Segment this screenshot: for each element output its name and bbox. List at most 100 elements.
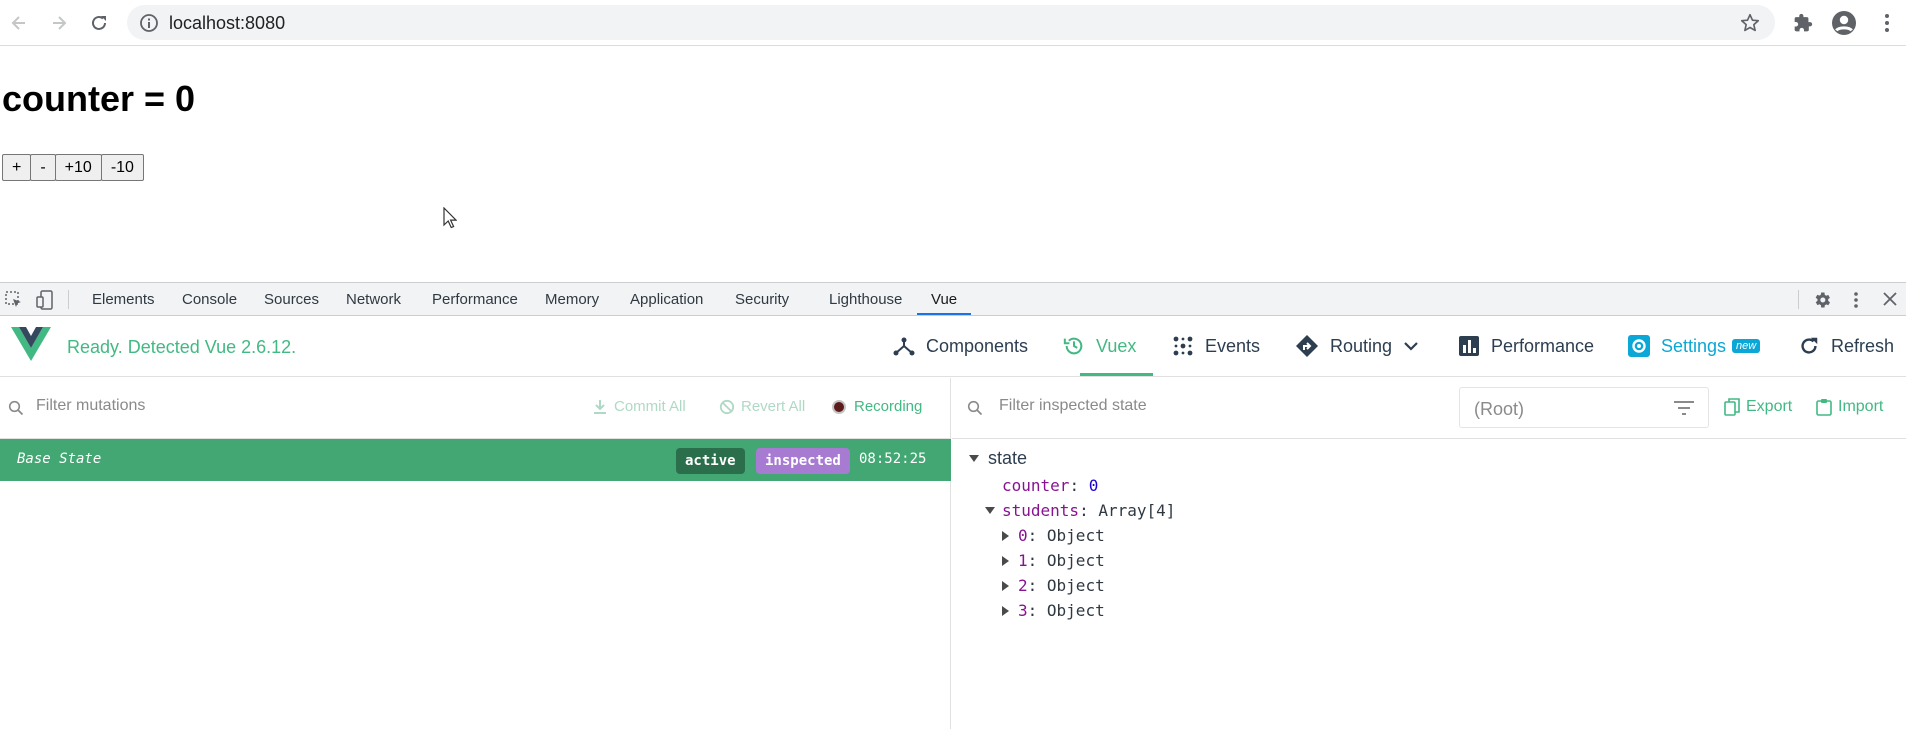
export-button[interactable]: Export bbox=[1724, 398, 1792, 416]
filter-state-input[interactable] bbox=[999, 397, 1399, 415]
tab-settings[interactable]: Settings new bbox=[1628, 316, 1761, 376]
copy-icon bbox=[1724, 398, 1740, 416]
block-icon bbox=[719, 399, 735, 415]
mutation-row-base-state[interactable]: Base State active inspected 08:52:25 bbox=[0, 439, 951, 481]
tab-security[interactable]: Security bbox=[735, 291, 789, 308]
property-value: Array[4] bbox=[1098, 501, 1176, 520]
tab-performance[interactable]: Performance bbox=[432, 291, 518, 308]
state-section-label: state bbox=[988, 448, 1028, 468]
components-icon bbox=[893, 335, 915, 357]
tab-events-label: Events bbox=[1205, 335, 1261, 356]
recording-label: Recording bbox=[854, 398, 923, 415]
import-label: Import bbox=[1838, 398, 1884, 415]
tab-components[interactable]: Components bbox=[893, 316, 1028, 376]
item-index: 3 bbox=[1018, 601, 1028, 620]
item-index: 0 bbox=[1018, 526, 1028, 545]
events-icon bbox=[1172, 335, 1194, 357]
root-module-select[interactable]: (Root) bbox=[1459, 387, 1709, 428]
item-value: Object bbox=[1046, 526, 1105, 545]
tab-elements[interactable]: Elements bbox=[92, 291, 155, 308]
import-button[interactable]: Import bbox=[1816, 398, 1883, 416]
tab-lighthouse[interactable]: Lighthouse bbox=[829, 291, 902, 308]
tab-components-label: Components bbox=[926, 335, 1029, 356]
student-item-3[interactable]: 3: Object bbox=[1002, 601, 1105, 620]
mutation-label: Base State bbox=[17, 451, 102, 467]
new-badge: new bbox=[1732, 339, 1761, 353]
active-badge: active bbox=[676, 448, 745, 474]
chevron-down-icon[interactable] bbox=[1404, 341, 1418, 351]
extensions-puzzle-icon[interactable] bbox=[1790, 10, 1816, 36]
settings-gear-icon bbox=[1628, 335, 1650, 357]
device-toolbar-icon[interactable] bbox=[36, 290, 56, 310]
property-value: 0 bbox=[1088, 476, 1099, 495]
reload-icon[interactable] bbox=[87, 11, 111, 35]
state-property-students[interactable]: students: Array[4] bbox=[985, 501, 1175, 520]
item-index: 1 bbox=[1018, 551, 1028, 570]
state-tree: state counter: 0 students: Array[4] 0: O… bbox=[952, 439, 1906, 729]
tab-application[interactable]: Application bbox=[630, 291, 703, 308]
forward-arrow-icon[interactable] bbox=[47, 11, 71, 35]
info-icon[interactable] bbox=[139, 13, 159, 33]
tab-vuex[interactable]: Vuex bbox=[1063, 316, 1136, 376]
increment-button[interactable]: + bbox=[2, 154, 32, 181]
tab-routing[interactable]: Routing bbox=[1295, 316, 1418, 376]
filter-list-icon bbox=[1674, 401, 1694, 415]
routing-icon bbox=[1295, 334, 1319, 358]
close-devtools-icon[interactable] bbox=[1883, 292, 1897, 306]
property-key: students bbox=[1002, 501, 1080, 520]
caret-down-icon bbox=[969, 455, 979, 462]
address-bar[interactable]: localhost:8080 bbox=[127, 5, 1775, 40]
inspect-element-icon[interactable] bbox=[5, 291, 23, 309]
mutations-pane: Commit All Revert All Recording Base Sta… bbox=[0, 378, 951, 729]
tab-network[interactable]: Network bbox=[346, 291, 401, 308]
search-icon bbox=[967, 400, 983, 416]
devtools-tab-bar: Elements Console Sources Network Perform… bbox=[0, 282, 1906, 316]
profile-icon[interactable] bbox=[1831, 10, 1857, 36]
mutations-toolbar: Commit All Revert All Recording bbox=[0, 378, 951, 439]
menu-dots-icon[interactable] bbox=[1874, 10, 1900, 36]
active-vue-tab-indicator bbox=[1080, 373, 1153, 376]
mutation-timestamp: 08:52:25 bbox=[859, 451, 927, 467]
more-options-icon[interactable] bbox=[1853, 291, 1859, 309]
active-tab-indicator bbox=[917, 313, 971, 315]
tab-performance-label: Performance bbox=[1491, 335, 1595, 356]
search-icon bbox=[8, 400, 24, 416]
inspector-toolbar: (Root) Export Import bbox=[952, 378, 1906, 439]
vue-logo-icon bbox=[11, 326, 51, 362]
revert-all-button[interactable]: Revert All bbox=[719, 398, 805, 415]
subtract-ten-button[interactable]: -10 bbox=[100, 154, 144, 181]
tab-vue[interactable]: Vue bbox=[931, 291, 957, 308]
commit-all-label: Commit All bbox=[614, 398, 686, 415]
star-icon[interactable] bbox=[1739, 12, 1761, 34]
page-title: counter = 0 bbox=[2, 78, 196, 119]
tab-vuex-label: Vuex bbox=[1096, 335, 1137, 356]
caret-right-icon bbox=[1002, 605, 1009, 616]
mouse-cursor-icon bbox=[443, 207, 457, 229]
vue-devtools-header: Ready. Detected Vue 2.6.12. Components V… bbox=[0, 316, 1906, 377]
state-section-header[interactable]: state bbox=[969, 448, 1027, 469]
refresh-icon bbox=[1798, 335, 1820, 357]
decrement-button[interactable]: - bbox=[30, 154, 56, 181]
student-item-1[interactable]: 1: Object bbox=[1002, 551, 1105, 570]
settings-gear-icon[interactable] bbox=[1812, 290, 1832, 310]
add-ten-button[interactable]: +10 bbox=[54, 154, 102, 181]
back-arrow-icon[interactable] bbox=[7, 11, 31, 35]
student-item-0[interactable]: 0: Object bbox=[1002, 526, 1105, 545]
caret-right-icon bbox=[1002, 530, 1009, 541]
tab-sources[interactable]: Sources bbox=[264, 291, 319, 308]
tab-events[interactable]: Events bbox=[1172, 316, 1260, 376]
filter-mutations-input[interactable] bbox=[36, 397, 436, 415]
student-item-2[interactable]: 2: Object bbox=[1002, 576, 1105, 595]
refresh-button[interactable]: Refresh bbox=[1798, 316, 1894, 376]
tab-console[interactable]: Console bbox=[182, 291, 237, 308]
record-dot-icon bbox=[832, 399, 846, 414]
tab-memory[interactable]: Memory bbox=[545, 291, 599, 308]
download-icon bbox=[592, 399, 608, 415]
commit-all-button[interactable]: Commit All bbox=[592, 398, 686, 415]
state-inspector-pane: (Root) Export Import state counter: 0 bbox=[952, 378, 1906, 729]
refresh-label: Refresh bbox=[1831, 335, 1895, 356]
clipboard-icon bbox=[1816, 398, 1832, 416]
recording-toggle[interactable]: Recording bbox=[832, 398, 922, 415]
tab-performance-vue[interactable]: Performance bbox=[1458, 316, 1594, 376]
item-value: Object bbox=[1046, 601, 1105, 620]
